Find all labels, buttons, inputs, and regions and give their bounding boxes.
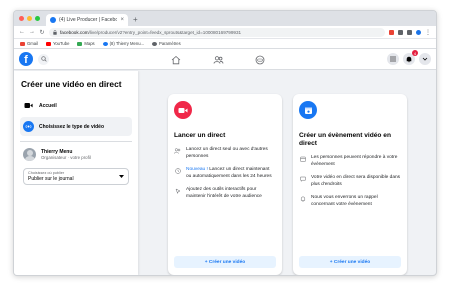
tab-close-icon[interactable]: × bbox=[120, 17, 124, 23]
extension-icon[interactable] bbox=[398, 29, 403, 35]
minimize-window-button[interactable] bbox=[27, 16, 32, 21]
gaming-tab[interactable] bbox=[253, 53, 267, 67]
people-icon bbox=[174, 147, 181, 160]
select-label: Choisissez où publier bbox=[28, 171, 65, 175]
feature-row: Nous vous enverrons un rappel concernant… bbox=[299, 195, 401, 208]
maps-icon bbox=[77, 41, 83, 46]
notifications-badge: 4 bbox=[412, 50, 418, 56]
sidebar: Créer une vidéo en direct Accueil Choisi… bbox=[14, 71, 138, 275]
close-window-button[interactable] bbox=[19, 16, 24, 21]
gaming-icon bbox=[255, 55, 265, 64]
grid-menu-icon bbox=[390, 56, 396, 62]
clock-icon bbox=[174, 167, 181, 180]
event-calendar-icon bbox=[299, 101, 317, 119]
card-title: Créer un évènement vidéo en direct bbox=[299, 132, 391, 148]
account-button[interactable] bbox=[419, 53, 431, 65]
bell-icon bbox=[406, 56, 412, 62]
select-value: Publier sur le journal bbox=[28, 176, 74, 182]
browser-tab[interactable]: (4) Live Producer | Facebook × bbox=[46, 14, 128, 26]
address-bar-row: ← → ↻ facebook.com/live/producer/v2?entr… bbox=[14, 26, 436, 39]
menu-button[interactable] bbox=[387, 53, 399, 65]
home-icon bbox=[171, 55, 181, 64]
sidebar-item-label: Choisissez le type de vidéo bbox=[39, 123, 105, 130]
browser-window: (4) Live Producer | Facebook × + ← → ↻ f… bbox=[13, 10, 437, 276]
stream-icon bbox=[23, 121, 34, 132]
right-nav: 4 bbox=[387, 50, 431, 65]
live-event-card[interactable]: Créer un évènement vidéo en direct Les p… bbox=[293, 94, 407, 275]
avatar bbox=[23, 148, 36, 161]
feature-text: Nous vous enverrons un rappel concernant… bbox=[311, 195, 378, 207]
profile-summary: Thierry Menu Organisateur · votre profil bbox=[20, 148, 132, 161]
live-camera-icon bbox=[174, 101, 192, 119]
sidebar-item-label: Accueil bbox=[39, 102, 57, 109]
bookmark-youtube[interactable]: YouTube bbox=[45, 41, 69, 46]
bookmark-facebook-profile[interactable]: (8) Thierry Menu... bbox=[102, 41, 144, 46]
bookmarks-bar: Gmail YouTube Maps (8) Thierry Menu... P… bbox=[14, 39, 436, 49]
sidebar-item-home[interactable]: Accueil bbox=[20, 96, 132, 115]
gear-icon bbox=[152, 41, 158, 46]
card-title: Lancer un direct bbox=[174, 132, 226, 139]
reload-button[interactable]: ↻ bbox=[39, 29, 45, 36]
calendar-icon bbox=[299, 155, 306, 168]
publish-destination-select[interactable]: Choisissez où publier Publier sur le jou… bbox=[23, 168, 129, 185]
extension-icon[interactable] bbox=[389, 29, 394, 35]
sidebar-item-video-type[interactable]: Choisissez le type de vidéo bbox=[20, 117, 132, 136]
bookmark-maps[interactable]: Maps bbox=[77, 41, 95, 46]
create-video-button[interactable]: + Créer une vidéo bbox=[174, 256, 276, 268]
search-icon bbox=[40, 56, 47, 62]
facebook-favicon-icon bbox=[50, 17, 56, 23]
tab-title: (4) Live Producer | Facebook bbox=[59, 17, 118, 23]
go-live-card[interactable]: Lancer un direct Lancez un direct seul o… bbox=[168, 94, 282, 275]
feature-text: Les personnes peuvent répondre à votre é… bbox=[311, 155, 398, 167]
bell-icon bbox=[299, 195, 306, 208]
facebook-logo[interactable]: f bbox=[19, 52, 33, 66]
tab-strip: (4) Live Producer | Facebook × + bbox=[14, 11, 436, 26]
back-button[interactable]: ← bbox=[19, 29, 25, 35]
facebook-icon bbox=[102, 41, 108, 46]
search-button[interactable] bbox=[38, 53, 49, 65]
url-input[interactable]: facebook.com/live/producer/v2?entry_poin… bbox=[49, 27, 385, 37]
video-camera-icon bbox=[23, 100, 34, 111]
new-label: Nouveau ! bbox=[186, 167, 208, 173]
chevron-down-icon bbox=[422, 57, 428, 61]
bookmark-gmail[interactable]: Gmail bbox=[20, 41, 38, 46]
feature-text: Ajoutez des outils interactifs pour main… bbox=[186, 187, 262, 199]
new-tab-button[interactable]: + bbox=[133, 15, 138, 24]
lock-icon bbox=[53, 29, 57, 35]
feature-text: Lancez un direct seul ou avec d'autres p… bbox=[186, 147, 268, 159]
caret-down-icon bbox=[119, 175, 124, 178]
friends-icon bbox=[213, 55, 223, 64]
chat-icon bbox=[299, 175, 306, 188]
create-video-button[interactable]: + Créer une vidéo bbox=[299, 256, 401, 268]
feature-row: Votre vidéo en direct sera disponible da… bbox=[299, 175, 401, 188]
center-nav bbox=[169, 49, 267, 70]
feature-row: Lancez un direct seul ou avec d'autres p… bbox=[174, 147, 276, 160]
bookmark-settings[interactable]: Paramètres bbox=[152, 41, 181, 46]
feature-row: Nouveau ! Lancez un direct maintenant ou… bbox=[174, 167, 276, 180]
page-title: Créer une vidéo en direct bbox=[21, 79, 122, 89]
window-controls bbox=[19, 16, 40, 21]
url-path: /live/producer/v2?entry_point=feedx_spro… bbox=[88, 29, 242, 35]
profile-avatar-icon[interactable] bbox=[416, 29, 421, 35]
facebook-top-nav: f 4 bbox=[14, 49, 436, 70]
page-body: Créer une vidéo en direct Accueil Choisi… bbox=[14, 71, 436, 275]
gmail-icon bbox=[20, 41, 25, 46]
menu-dots-icon[interactable]: ⋮ bbox=[425, 29, 431, 36]
friends-tab[interactable] bbox=[211, 53, 225, 67]
content-area: Lancer un direct Lancez un direct seul o… bbox=[138, 71, 436, 275]
url-host: facebook.com bbox=[60, 29, 89, 35]
home-tab[interactable] bbox=[169, 53, 183, 67]
feature-text: Votre vidéo en direct sera disponible da… bbox=[311, 175, 401, 187]
feature-text: Nouveau ! Lancez un direct maintenant ou… bbox=[186, 167, 272, 179]
cursor-icon bbox=[174, 187, 181, 200]
notifications-button[interactable]: 4 bbox=[403, 50, 418, 65]
sidebar-divider bbox=[20, 141, 132, 142]
youtube-icon bbox=[45, 41, 51, 46]
forward-button[interactable]: → bbox=[29, 29, 35, 35]
feature-row: Les personnes peuvent répondre à votre é… bbox=[299, 155, 401, 168]
profile-role: Organisateur · votre profil bbox=[41, 155, 91, 160]
feature-row: Ajoutez des outils interactifs pour main… bbox=[174, 187, 276, 200]
extension-icon[interactable] bbox=[407, 29, 412, 35]
maximize-window-button[interactable] bbox=[35, 16, 40, 21]
